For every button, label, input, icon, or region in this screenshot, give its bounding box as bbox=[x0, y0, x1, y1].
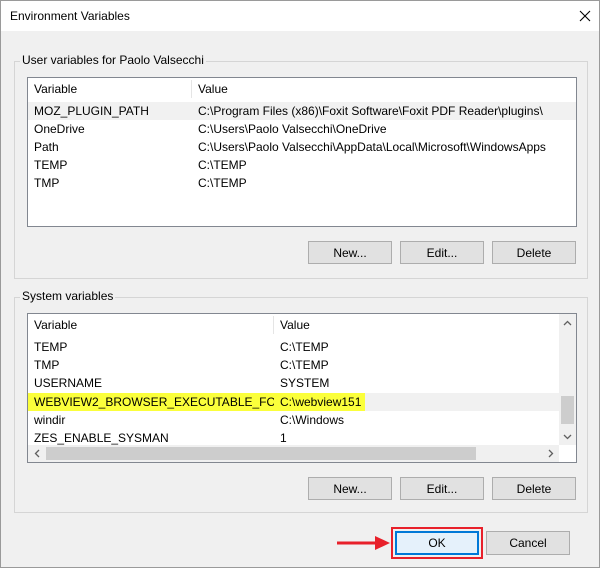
variable-value: C:\Program Files (x86)\Foxit Software\Fo… bbox=[198, 104, 543, 118]
user-new-button[interactable]: New... bbox=[308, 241, 392, 264]
variable-value: C:\Users\Paolo Valsecchi\AppData\Local\M… bbox=[198, 140, 546, 154]
variable-value: C:\webview151 bbox=[274, 393, 366, 411]
variable-name: Path bbox=[34, 140, 59, 154]
horizontal-scrollbar[interactable] bbox=[28, 445, 559, 462]
user-variables-label: User variables for Paolo Valsecchi bbox=[20, 53, 206, 67]
variable-value: C:\Users\Paolo Valsecchi\OneDrive bbox=[198, 122, 387, 136]
chevron-left-icon bbox=[34, 449, 39, 458]
vertical-scroll-thumb[interactable] bbox=[561, 396, 574, 424]
chevron-right-icon bbox=[548, 449, 553, 458]
cancel-button[interactable]: Cancel bbox=[486, 531, 570, 555]
window-title: Environment Variables bbox=[10, 9, 130, 23]
table-row[interactable]: TMP C:\TEMP bbox=[28, 356, 559, 374]
variable-value: C:\TEMP bbox=[280, 358, 329, 372]
table-row[interactable]: Path C:\Users\Paolo Valsecchi\AppData\Lo… bbox=[28, 138, 576, 156]
system-edit-button[interactable]: Edit... bbox=[400, 477, 484, 500]
variable-name: TEMP bbox=[34, 158, 68, 172]
variable-name: TMP bbox=[34, 358, 60, 372]
system-variables-label: System variables bbox=[20, 289, 116, 303]
variable-name: MOZ_PLUGIN_PATH bbox=[34, 104, 149, 118]
scroll-left-button[interactable] bbox=[28, 445, 45, 462]
column-header-value[interactable]: Value bbox=[192, 78, 576, 100]
variable-name: WEBVIEW2_BROWSER_EXECUTABLE_FOLDER bbox=[28, 393, 314, 411]
system-new-button[interactable]: New... bbox=[308, 477, 392, 500]
system-delete-button[interactable]: Delete bbox=[492, 477, 576, 500]
horizontal-scroll-thumb[interactable] bbox=[46, 447, 476, 460]
title-bar: Environment Variables bbox=[1, 1, 599, 31]
variable-value: C:\TEMP bbox=[280, 340, 329, 354]
table-row[interactable]: TEMP C:\TEMP bbox=[28, 156, 576, 174]
user-edit-button[interactable]: Edit... bbox=[400, 241, 484, 264]
table-row[interactable]: windir C:\Windows bbox=[28, 411, 559, 429]
environment-variables-dialog: Environment Variables User variables for… bbox=[0, 0, 600, 568]
scroll-up-button[interactable] bbox=[559, 314, 576, 331]
close-icon bbox=[579, 10, 591, 22]
user-variables-list[interactable]: Variable Value MOZ_PLUGIN_PATH C:\Progra… bbox=[27, 77, 577, 227]
variable-value: C:\TEMP bbox=[198, 158, 247, 172]
system-variables-list[interactable]: Variable Value TEMP C:\TEMP TMP C:\TEMP … bbox=[27, 313, 577, 463]
user-delete-button[interactable]: Delete bbox=[492, 241, 576, 264]
variable-value: C:\Windows bbox=[280, 413, 345, 427]
table-row[interactable]: TEMP C:\TEMP bbox=[28, 338, 559, 356]
table-row[interactable]: OneDrive C:\Users\Paolo Valsecchi\OneDri… bbox=[28, 120, 576, 138]
chevron-down-icon bbox=[563, 434, 572, 439]
variable-name: OneDrive bbox=[34, 122, 85, 136]
scroll-right-button[interactable] bbox=[542, 445, 559, 462]
vertical-scrollbar[interactable] bbox=[559, 314, 576, 445]
variable-name: USERNAME bbox=[34, 376, 103, 390]
table-row[interactable]: USERNAME SYSTEM bbox=[28, 374, 559, 392]
variable-value: C:\TEMP bbox=[198, 176, 247, 190]
variable-name: TMP bbox=[34, 176, 60, 190]
table-row-highlighted[interactable]: WEBVIEW2_BROWSER_EXECUTABLE_FOLDER C:\we… bbox=[28, 393, 559, 411]
table-row[interactable]: MOZ_PLUGIN_PATH C:\Program Files (x86)\F… bbox=[28, 102, 576, 120]
red-arrow-icon bbox=[337, 536, 390, 550]
column-header-variable[interactable]: Variable bbox=[28, 314, 273, 336]
variable-name: TEMP bbox=[34, 340, 68, 354]
variable-value: SYSTEM bbox=[280, 376, 330, 390]
chevron-up-icon bbox=[563, 320, 572, 325]
close-button[interactable] bbox=[571, 1, 599, 31]
ok-button[interactable]: OK bbox=[395, 531, 479, 555]
variable-name: windir bbox=[34, 413, 66, 427]
scroll-down-button[interactable] bbox=[559, 428, 576, 445]
column-header-value[interactable]: Value bbox=[274, 314, 556, 336]
column-header-variable[interactable]: Variable bbox=[28, 78, 191, 100]
table-row[interactable]: TMP C:\TEMP bbox=[28, 174, 576, 192]
